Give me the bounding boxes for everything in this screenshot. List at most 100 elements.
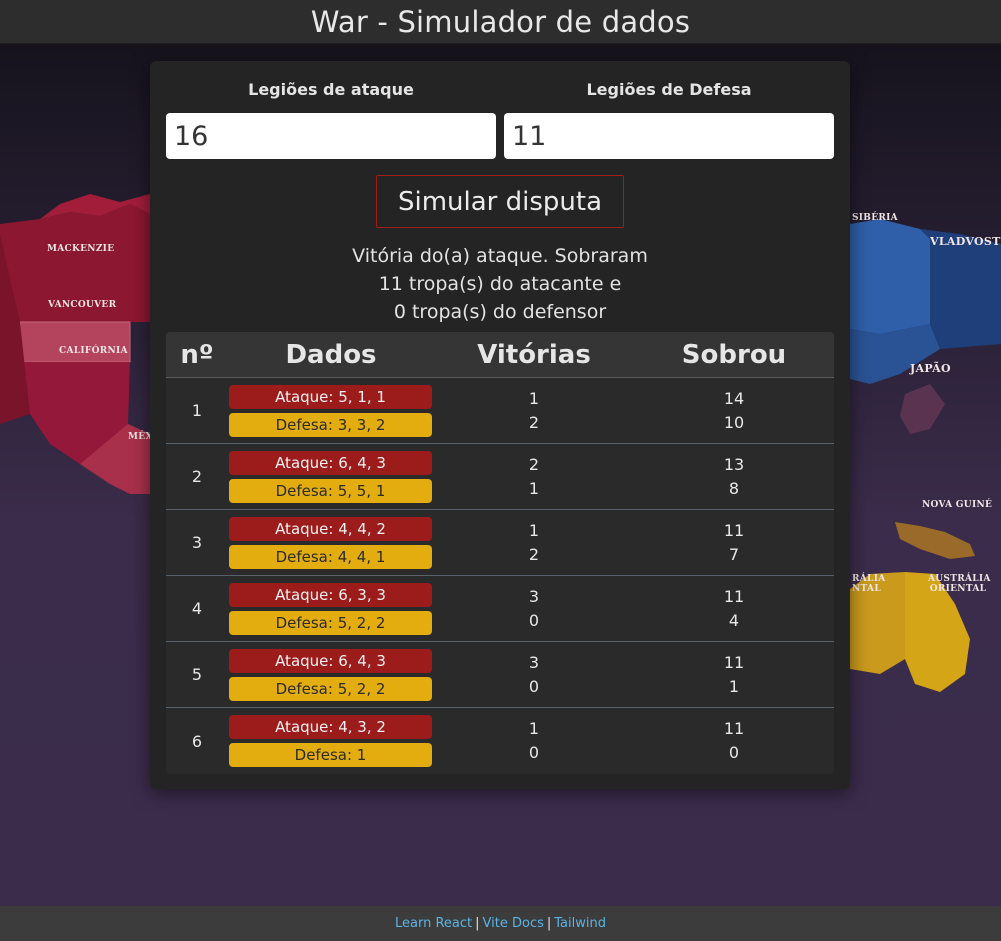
wins-cell: 30 — [434, 653, 634, 697]
map-label-mexico: MÉX — [128, 432, 153, 442]
dice-cell: Ataque: 5, 1, 1 Defesa: 3, 3, 2 — [228, 384, 434, 437]
attack-wins: 3 — [528, 652, 540, 672]
footer: Learn React | Vite Docs | Tailwind — [0, 906, 1001, 941]
map-label-east-australia: AUSTRÁLIA ORIENTAL — [928, 574, 991, 594]
column-header-dice: Dados — [285, 339, 377, 370]
map-label-west-australia: RÁLIA NTAL — [852, 574, 886, 594]
map-label-new-guinea: NOVA GUINÉ — [922, 500, 993, 510]
defense-dice-pill: Defesa: 1 — [229, 743, 432, 767]
defense-remaining: 4 — [728, 610, 740, 630]
wins-cell: 12 — [434, 389, 634, 433]
attack-dice-pill: Ataque: 4, 3, 2 — [229, 715, 432, 739]
defense-wins: 1 — [528, 478, 540, 498]
remaining-cell: 11 4 — [634, 587, 834, 631]
attack-dice-pill: Ataque: 5, 1, 1 — [229, 384, 432, 409]
page-title: War - Simulador de dados — [310, 4, 691, 39]
round-number: 2 — [191, 467, 203, 486]
attack-remaining: 11 — [723, 520, 745, 540]
rounds-table: nº Dados Vitórias Sobrou 1 Ataque: 5, 1, … — [166, 332, 834, 774]
round-number: 6 — [191, 731, 203, 751]
defense-remaining: 7 — [728, 544, 740, 564]
map-label-japan: JAPÃO — [910, 362, 951, 375]
attack-remaining: 11 — [723, 652, 745, 672]
defense-dice-pill: Defesa: 5, 5, 1 — [229, 478, 432, 503]
defense-dice-pill: Defesa: 3, 3, 2 — [229, 412, 432, 437]
app-header: War - Simulador de dados — [0, 0, 1001, 44]
table-header: nº Dados Vitórias Sobrou — [166, 332, 834, 378]
wins-cell: 21 — [434, 455, 634, 499]
defense-remaining: 0 — [728, 743, 740, 762]
defense-legions-label: Legiões de Defesa — [586, 80, 752, 99]
attack-wins: 2 — [528, 454, 540, 474]
defense-remaining: 10 — [723, 412, 745, 432]
column-header-wins: Vitórias — [477, 339, 591, 370]
footer-separator: | — [475, 916, 480, 931]
map-label-california: CALIFÓRNIA — [59, 346, 128, 356]
simulate-button[interactable]: Simular disputa — [376, 175, 624, 228]
round-number: 4 — [191, 599, 203, 618]
attack-dice-pill: Ataque: 6, 3, 3 — [229, 582, 432, 607]
defense-wins: 0 — [528, 610, 540, 630]
territory-vancouver — [19, 321, 131, 363]
attack-legions-input[interactable] — [166, 113, 496, 159]
attack-dice-pill: Ataque: 6, 4, 3 — [229, 648, 432, 673]
wins-cell: 10 — [434, 719, 634, 763]
attack-wins: 1 — [528, 719, 540, 738]
wins-cell: 12 — [434, 521, 634, 565]
dice-cell: Ataque: 6, 3, 3 Defesa: 5, 2, 2 — [228, 582, 434, 635]
table-body: 1 Ataque: 5, 1, 1 Defesa: 3, 3, 2 1 2 14 10 2 At… — [166, 378, 834, 774]
remaining-cell: 14 10 — [634, 389, 834, 433]
defense-dice-pill: Defesa: 4, 4, 1 — [229, 544, 432, 569]
defense-legions-input[interactable] — [504, 113, 834, 159]
table-row: 3 Ataque: 4, 4, 2 Defesa: 4, 4, 1 1 2 11 7 — [166, 510, 834, 576]
attack-legions-label: Legiões de ataque — [248, 80, 414, 99]
round-number: 5 — [191, 665, 203, 684]
map-label-siberia: SIBÉRIA — [852, 213, 898, 223]
remaining-cell: 11 1 — [634, 653, 834, 697]
defense-wins: 2 — [528, 412, 540, 432]
attack-wins: 1 — [528, 520, 540, 540]
attack-wins: 3 — [528, 586, 540, 606]
dice-cell: Ataque: 6, 4, 3 Defesa: 5, 5, 1 — [228, 450, 434, 503]
learn-react-link[interactable]: Learn React — [395, 916, 472, 931]
dice-cell: Ataque: 6, 4, 3 Defesa: 5, 2, 2 — [228, 648, 434, 701]
territory-new-guinea — [895, 522, 975, 559]
defense-dice-pill: Defesa: 5, 2, 2 — [229, 610, 432, 635]
remaining-cell: 11 7 — [634, 521, 834, 565]
column-header-remaining: Sobrou — [681, 339, 787, 370]
table-row: 4 Ataque: 6, 3, 3 Defesa: 5, 2, 2 3 0 11 4 — [166, 576, 834, 642]
result-line: 0 tropa(s) do defensor — [393, 301, 607, 323]
defense-wins: 0 — [528, 676, 540, 696]
footer-separator: | — [546, 916, 552, 931]
defense-dice-pill: Defesa: 5, 2, 2 — [229, 676, 432, 701]
defense-remaining: 8 — [728, 478, 740, 498]
map-label-vancouver: VANCOUVER — [48, 300, 117, 310]
attack-wins: 1 — [528, 388, 540, 408]
table-row: 1 Ataque: 5, 1, 1 Defesa: 3, 3, 2 1 2 14 10 — [166, 378, 834, 444]
result-line: 11 tropa(s) do atacante e — [378, 273, 622, 295]
attack-remaining: 14 — [723, 388, 745, 408]
attack-dice-pill: Ataque: 4, 4, 2 — [229, 516, 432, 541]
dice-cell: Ataque: 4, 3, 2 Defesa: 1 — [228, 715, 434, 767]
attack-dice-pill: Ataque: 6, 4, 3 — [229, 450, 432, 475]
territory-east-asia — [850, 324, 940, 384]
result-line: Vitória do(a) ataque. Sobraram — [352, 245, 648, 267]
vite-docs-link[interactable]: Vite Docs — [483, 916, 544, 931]
territory-japan — [900, 384, 945, 434]
attack-remaining: 13 — [723, 454, 745, 474]
dice-cell: Ataque: 4, 4, 2 Defesa: 4, 4, 1 — [228, 516, 434, 569]
territory-siberia — [850, 219, 930, 334]
attack-remaining: 11 — [723, 719, 745, 738]
remaining-cell: 11 0 — [634, 719, 834, 763]
tailwind-link[interactable]: Tailwind — [554, 916, 606, 931]
defense-remaining: 1 — [728, 676, 740, 696]
table-row: 5 Ataque: 6, 4, 3 Defesa: 5, 2, 2 3 0 11 1 — [166, 642, 834, 708]
round-number: 1 — [191, 401, 203, 420]
result-message: Vitória do(a) ataque. Sobraram 11 tropa(… — [300, 242, 700, 326]
round-number: 3 — [191, 533, 203, 552]
column-header-number: nº — [180, 339, 214, 370]
table-row: 6 Ataque: 4, 3, 2 Defesa: 1 1 0 11 0 — [166, 708, 834, 774]
defense-wins: 0 — [528, 743, 540, 762]
map-label-vladvostok: VLADVOSTOK — [930, 235, 1001, 248]
map-label-mackenzie: MACKENZIE — [47, 244, 115, 254]
